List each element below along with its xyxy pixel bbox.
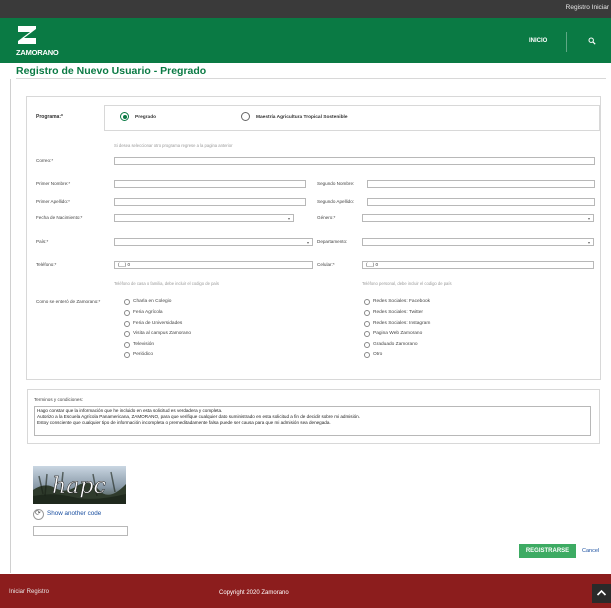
terms-line: Estoy consciente que cualquier tipo de i… <box>37 420 331 425</box>
segundo-nombre-label: Segundo Nombre: <box>317 181 355 186</box>
radio-pagina-web[interactable] <box>364 331 370 337</box>
programa-selector <box>104 105 600 131</box>
title-divider <box>16 78 606 79</box>
search-icon[interactable] <box>588 37 596 45</box>
primer-apellido-input[interactable] <box>114 198 306 206</box>
radio-otro[interactable] <box>364 352 370 358</box>
register-button[interactable]: REGISTRARSE <box>519 544 576 558</box>
option-charla-colegio[interactable]: Charla en Colegio <box>133 299 171 304</box>
departamento-label: Departamento: <box>317 239 348 244</box>
radio-pregrado[interactable] <box>120 112 129 121</box>
option-feria-agricola[interactable]: Feria Agrícola <box>133 310 163 315</box>
site-header: ZAMORANO INICIO <box>0 18 611 63</box>
option-feria-universidades[interactable]: Feria de Universidades <box>133 321 182 326</box>
zamorano-logo[interactable]: ZAMORANO <box>16 24 76 58</box>
logo-mark-icon <box>18 26 36 44</box>
segundo-apellido-label: Segundo Apellido: <box>317 199 355 204</box>
register-login-link[interactable]: Registro Iniciar <box>566 4 609 11</box>
page-left-border <box>10 79 11 573</box>
correo-input[interactable] <box>114 157 595 165</box>
pais-select[interactable]: ▾ <box>114 238 313 246</box>
chevron-up-icon <box>596 589 607 596</box>
radio-maestria[interactable] <box>241 112 250 121</box>
radio-graduado[interactable] <box>364 342 370 348</box>
programa-label: Programa:* <box>36 114 63 120</box>
radio-facebook[interactable] <box>364 299 370 305</box>
correo-label: Correo:* <box>36 158 54 163</box>
option-facebook[interactable]: Redes Sociales: Facebook <box>373 299 430 304</box>
chevron-down-icon: ▾ <box>306 240 309 245</box>
fecha-nacimiento-select[interactable]: ▾ <box>114 214 294 222</box>
terms-label: Terminos y condiciones: <box>34 397 84 402</box>
programa-hint: Si desea seleccionar otro programa regre… <box>114 143 233 148</box>
celular-label: Celular:* <box>317 262 335 267</box>
radio-periodico[interactable] <box>124 352 130 358</box>
primer-apellido-label: Primer Apellido:* <box>36 199 70 204</box>
departamento-select[interactable]: ▾ <box>362 238 594 246</box>
genero-select[interactable]: ▾ <box>362 214 594 222</box>
segundo-nombre-input[interactable] <box>367 180 595 188</box>
terms-textarea[interactable]: Hago constar que la información que he i… <box>34 406 591 436</box>
fecha-nacimiento-label: Fecha de Nacimiento:* <box>36 215 83 220</box>
site-footer <box>0 574 611 608</box>
como-se-entero-label: Como se enteró de Zamorano:* <box>36 299 101 304</box>
option-maestria[interactable]: Maestría Agricultura Tropical Sostenible <box>256 115 348 120</box>
option-pagina-web[interactable]: Pagina Web Zamorano <box>373 331 422 336</box>
radio-feria-universidades[interactable] <box>124 321 130 327</box>
option-pregrado[interactable]: Pregrado <box>135 115 156 120</box>
telefono-label: Teléfono:* <box>36 262 57 267</box>
captcha-input[interactable] <box>33 526 128 536</box>
back-to-top-button[interactable] <box>592 584 611 603</box>
option-graduado[interactable]: Graduado Zamorano <box>373 342 418 347</box>
chevron-down-icon: ▾ <box>287 216 290 221</box>
telefono-input[interactable]: (__) 0 <box>114 261 313 269</box>
option-visita-campus[interactable]: Visita al campus Zamorano <box>133 331 191 336</box>
footer-links[interactable]: Iniciar Registro <box>9 589 49 595</box>
option-instagram[interactable]: Redes Sociales: Instagram <box>373 321 430 326</box>
radio-twitter[interactable] <box>364 310 370 316</box>
captcha-text: hapc <box>52 474 106 499</box>
option-otro[interactable]: Otro <box>373 352 382 357</box>
option-periodico[interactable]: Periódico <box>133 352 153 357</box>
celular-hint: Teléfono personal, debe incluir el codig… <box>362 281 452 286</box>
nav-divider <box>566 32 567 52</box>
cancel-link[interactable]: Cancel <box>582 548 599 554</box>
primer-nombre-input[interactable] <box>114 180 306 188</box>
page-title: Registro de Nuevo Usuario - Pregrado <box>16 65 207 77</box>
option-twitter[interactable]: Redes Sociales: Twitter <box>373 310 423 315</box>
chevron-down-icon: ▾ <box>587 216 590 221</box>
radio-visita-campus[interactable] <box>124 331 130 337</box>
captcha-image: hapc <box>33 466 126 504</box>
primer-nombre-label: Primer Nombre:* <box>36 181 71 186</box>
logo-brand-text: ZAMORANO <box>16 48 59 57</box>
footer-copyright: Copyright 2020 Zamorano <box>219 590 289 596</box>
genero-label: Género:* <box>317 215 336 220</box>
pais-label: País:* <box>36 239 49 244</box>
radio-instagram[interactable] <box>364 321 370 327</box>
radio-charla-colegio[interactable] <box>124 299 130 305</box>
radio-television[interactable] <box>124 342 130 348</box>
refresh-icon[interactable]: ⟳ <box>33 509 44 520</box>
option-television[interactable]: Televisión <box>133 342 154 347</box>
show-another-code-link[interactable]: Show another code <box>47 510 101 517</box>
top-bar: Registro Iniciar <box>0 0 611 18</box>
segundo-apellido-input[interactable] <box>367 198 595 206</box>
chevron-down-icon: ▾ <box>587 240 590 245</box>
celular-input[interactable]: (__) 0 <box>362 261 594 269</box>
radio-feria-agricola[interactable] <box>124 310 130 316</box>
telefono-hint: Teléfono de casa o familia, debe incluir… <box>114 281 219 286</box>
nav-inicio[interactable]: INICIO <box>529 38 547 44</box>
